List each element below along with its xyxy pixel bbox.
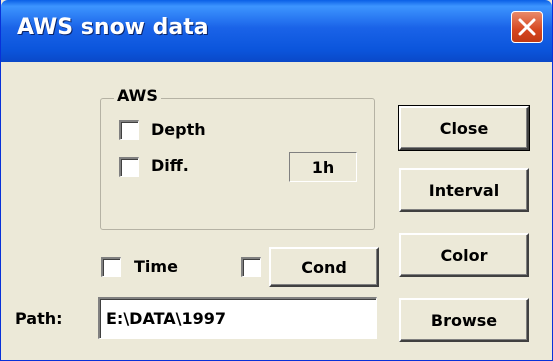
title-bar[interactable]: AWS snow data [1, 0, 552, 62]
browse-button[interactable]: Browse [399, 298, 529, 342]
depth-label: Depth [151, 120, 206, 139]
browse-button-label: Browse [430, 310, 498, 330]
time-label: Time [134, 257, 178, 276]
cond-button[interactable]: Cond [269, 247, 379, 287]
time-checkbox[interactable] [101, 257, 121, 277]
close-button-label: Close [439, 118, 489, 138]
color-button-label: Color [440, 245, 488, 265]
path-input[interactable]: E:\DATA\1997 [98, 297, 377, 339]
path-label: Path: [15, 309, 63, 328]
diff-label: Diff. [151, 156, 189, 175]
close-icon [518, 18, 536, 36]
cond-button-label: Cond [301, 257, 347, 277]
interval-button-label: Interval [428, 180, 500, 200]
interval-display: 1h [289, 152, 357, 182]
aws-group-title: AWS [114, 86, 161, 105]
interval-value: 1h [311, 157, 335, 177]
close-button[interactable]: Close [398, 105, 530, 151]
depth-checkbox[interactable] [119, 120, 139, 140]
window-title: AWS snow data [17, 15, 209, 40]
window-close-button[interactable] [511, 11, 543, 43]
cond-checkbox[interactable] [241, 257, 261, 277]
diff-checkbox[interactable] [119, 157, 139, 177]
color-button[interactable]: Color [399, 233, 529, 277]
dialog-window: AWS snow data AWS Depth Diff. 1h Time Co… [0, 0, 553, 361]
interval-button[interactable]: Interval [399, 168, 529, 212]
